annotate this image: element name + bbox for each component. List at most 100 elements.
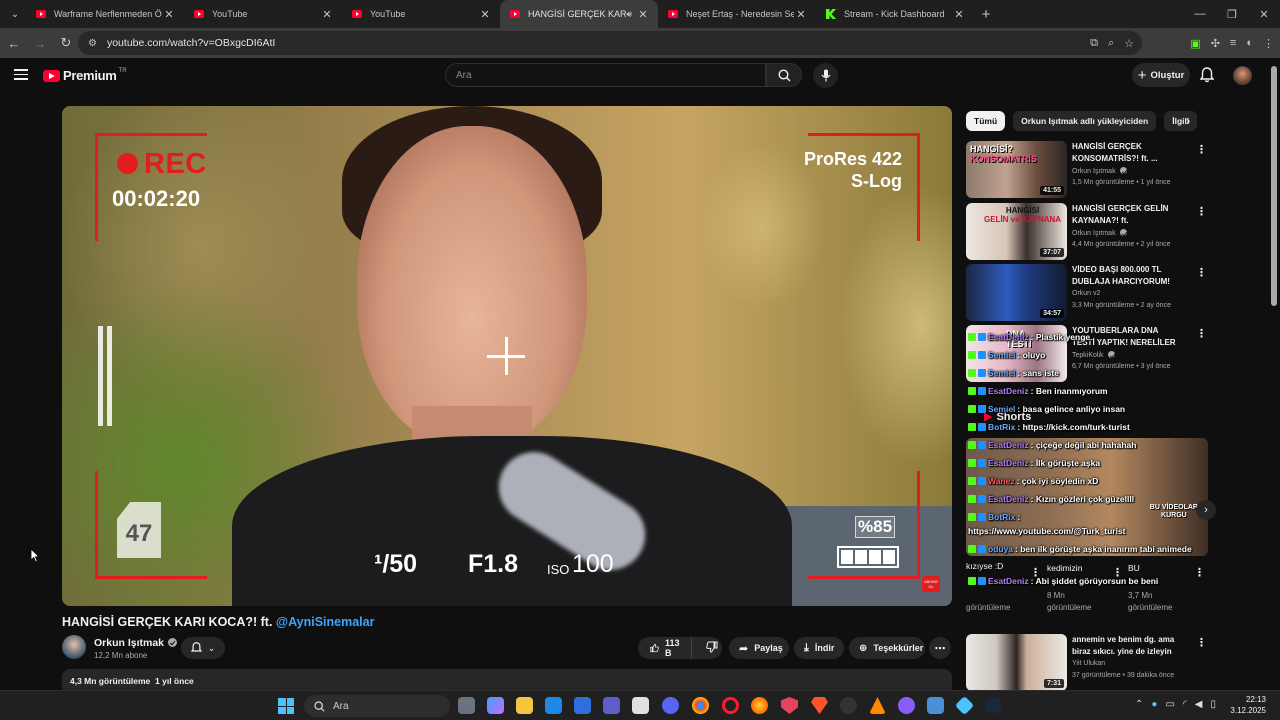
search-input[interactable]: Ara (445, 63, 766, 87)
more-vertical-icon[interactable]: ⋮ (1196, 143, 1207, 156)
video-thumbnail[interactable]: HANGİSİ GELİN ve KAYNANA 37:07 (966, 203, 1067, 260)
close-icon[interactable]: ✕ (478, 8, 492, 21)
close-window-icon[interactable]: ✕ (1248, 0, 1280, 28)
chevron-up-icon[interactable]: ⌃ (1135, 699, 1143, 710)
dislike-button[interactable] (698, 641, 726, 655)
chat-app-icon[interactable] (898, 697, 915, 714)
teams-icon[interactable] (603, 697, 620, 714)
media-control-icon[interactable]: ≡ (1230, 37, 1236, 49)
recommendation-title[interactable]: HANGİSİ GERÇEK KONSOMATRİS?! ft. ... (1072, 141, 1182, 165)
share-button[interactable]: ➦ Paylaş (729, 637, 789, 659)
more-vertical-icon[interactable]: ⋮ (1196, 327, 1207, 340)
browser-tab[interactable]: YouTube ✕ (184, 0, 342, 28)
browser-tab[interactable]: Neşet Ertaş - Neredesin Sen (Je ✕ (658, 0, 816, 28)
steam-icon[interactable] (985, 697, 1002, 714)
chip-related[interactable]: İlgili (1164, 111, 1198, 131)
recommendation-title[interactable]: VİDEO BAŞI 800.000 TL DUBLAJA HARCIYORUM… (1072, 264, 1182, 288)
app-icon[interactable] (840, 697, 857, 714)
recommendation-channel[interactable]: Yiit Ulukan (1072, 660, 1105, 667)
zoom-icon[interactable]: ⌕ (1108, 37, 1114, 50)
discord-icon[interactable] (662, 697, 679, 714)
chip-all[interactable]: Tümü (966, 111, 1006, 131)
back-icon[interactable]: ← (2, 31, 26, 55)
new-tab-button[interactable]: + (974, 6, 998, 23)
video-thumbnail[interactable]: 7:31 (966, 634, 1067, 691)
task-view-icon[interactable] (458, 697, 475, 714)
speaker-icon[interactable]: 🔊︎ (626, 9, 632, 20)
forward-icon[interactable]: → (28, 31, 52, 55)
notepad-icon[interactable] (632, 697, 649, 714)
taskbar-search[interactable]: Ara (304, 695, 450, 717)
search-button[interactable] (766, 63, 802, 87)
title-mention-link[interactable]: @AyniSinemalar (276, 615, 375, 629)
chip-from-uploader[interactable]: Orkun Işıtmak adlı yükleyiciden (1013, 111, 1157, 131)
account-avatar[interactable] (1233, 66, 1252, 85)
recommendation-channel[interactable]: Orkun v2 (1072, 290, 1100, 297)
bookmark-star-icon[interactable]: ☆ (1124, 37, 1134, 50)
like-button[interactable]: 113 B (638, 637, 692, 659)
recommendation-item[interactable]: 34:57 VİDEO BAŞI 800.000 TL DUBLAJA HARC… (966, 264, 1216, 322)
more-vertical-icon[interactable]: ⋮ (1194, 566, 1205, 579)
browser-tab[interactable]: Warframe Nerflenmeden Ö ✕ (26, 0, 184, 28)
store-icon[interactable] (574, 697, 591, 714)
extensions-puzzle-icon[interactable]: ✣ (1211, 37, 1220, 50)
vlc-icon[interactable] (869, 697, 886, 714)
short-title[interactable]: kedimizin (1047, 562, 1107, 574)
download-button[interactable]: ⤓ İndir (794, 637, 844, 659)
battery-tray-icon[interactable]: ▯ (1210, 699, 1216, 710)
video-thumbnail[interactable]: HANGİSİ? KONSOMATRİS 41:55 (966, 141, 1067, 198)
mail-icon[interactable] (545, 697, 562, 714)
app-icon[interactable] (954, 695, 975, 716)
recommendation-channel[interactable]: Orkun Işıtmak (1072, 167, 1127, 175)
more-vertical-icon[interactable]: ⋮ (1196, 266, 1207, 279)
restore-icon[interactable]: ❐ (1216, 0, 1248, 28)
volume-icon[interactable]: ◀︎ (1195, 699, 1203, 710)
more-actions-button[interactable]: ⋯ (929, 637, 951, 659)
notifications-button[interactable] (1199, 67, 1215, 86)
windows-start-icon[interactable] (278, 698, 294, 714)
recommendation-item[interactable]: HANGİSİ GELİN ve KAYNANA 37:07 HANGİSİ GE… (966, 203, 1216, 261)
video-thumbnail[interactable]: 34:57 (966, 264, 1067, 321)
site-info-icon[interactable]: ⚙ (88, 38, 97, 49)
close-icon[interactable]: ✕ (952, 8, 966, 21)
recommendation-item[interactable]: 7:31 annemin ve benim dg. ama biraz sıkı… (966, 634, 1216, 692)
close-icon[interactable]: ✕ (320, 8, 334, 21)
tab-search-button[interactable]: ⌄ (4, 3, 26, 25)
more-vertical-icon[interactable]: ⋮ (1196, 636, 1207, 649)
microphone-icon[interactable]: ● (1151, 699, 1157, 710)
app-icon[interactable] (927, 697, 944, 714)
recommendation-channel[interactable]: TepkiKolik (1072, 351, 1115, 359)
copilot-icon[interactable] (487, 697, 504, 714)
chevron-right-icon[interactable]: › (1186, 113, 1190, 128)
short-title[interactable]: kızıyse :D (966, 560, 1026, 572)
firefox-icon[interactable] (751, 697, 768, 714)
browser-tab-active[interactable]: HANGİSİ GERÇEK KARI KOC 🔊︎ ✕ (500, 0, 658, 28)
cast-icon[interactable]: ⧉ (1090, 37, 1098, 50)
youtube-premium-logo[interactable]: Premium TR (43, 68, 127, 83)
short-title[interactable]: BU (1128, 562, 1188, 574)
opera-icon[interactable] (722, 697, 739, 714)
video-player[interactable]: REC 00:02:20 ProRes 422 S-Log 47 ¹/50 F1… (62, 106, 952, 606)
brave-icon[interactable] (811, 697, 828, 714)
vivaldi-icon[interactable] (781, 697, 798, 714)
reload-icon[interactable]: ↻ (54, 31, 78, 55)
extension-icon[interactable]: ▣ (1190, 37, 1200, 50)
file-explorer-icon[interactable] (516, 697, 533, 714)
thanks-button[interactable]: ⊕ Teşekkürler (849, 637, 925, 659)
address-bar[interactable]: ⚙ youtube.com/watch?v=OBxgcDI6AtI ⧉ ⌕ ☆ (78, 31, 1142, 55)
recommendation-item[interactable]: HANGİSİ? KONSOMATRİS 41:55 HANGİSİ GERÇEK… (966, 141, 1216, 199)
channel-name[interactable]: Orkun Işıtmak (94, 637, 178, 649)
browser-menu-icon[interactable]: ⋮ (1263, 37, 1274, 50)
more-vertical-icon[interactable]: ⋮ (1196, 205, 1207, 218)
browser-tab[interactable]: YouTube ✕ (342, 0, 500, 28)
recommendation-channel[interactable]: Orkun Işıtmak (1072, 229, 1127, 237)
clock[interactable]: 22:13 3.12.2025 (1230, 694, 1266, 716)
page-scrollbar[interactable] (1271, 66, 1277, 306)
close-icon[interactable]: ✕ (162, 8, 176, 21)
close-icon[interactable]: ✕ (794, 8, 808, 21)
display-icon[interactable]: ▭ (1165, 699, 1174, 710)
create-button[interactable]: + Oluştur (1132, 63, 1190, 87)
recommendation-title[interactable]: annemin ve benim dg. ama biraz sıkıcı. y… (1072, 634, 1182, 658)
subscription-bell-button[interactable]: ⌄ (181, 637, 225, 659)
recommendation-title[interactable]: HANGİSİ GERÇEK GELİN KAYNANA?! ft. @Ayni… (1072, 203, 1182, 227)
